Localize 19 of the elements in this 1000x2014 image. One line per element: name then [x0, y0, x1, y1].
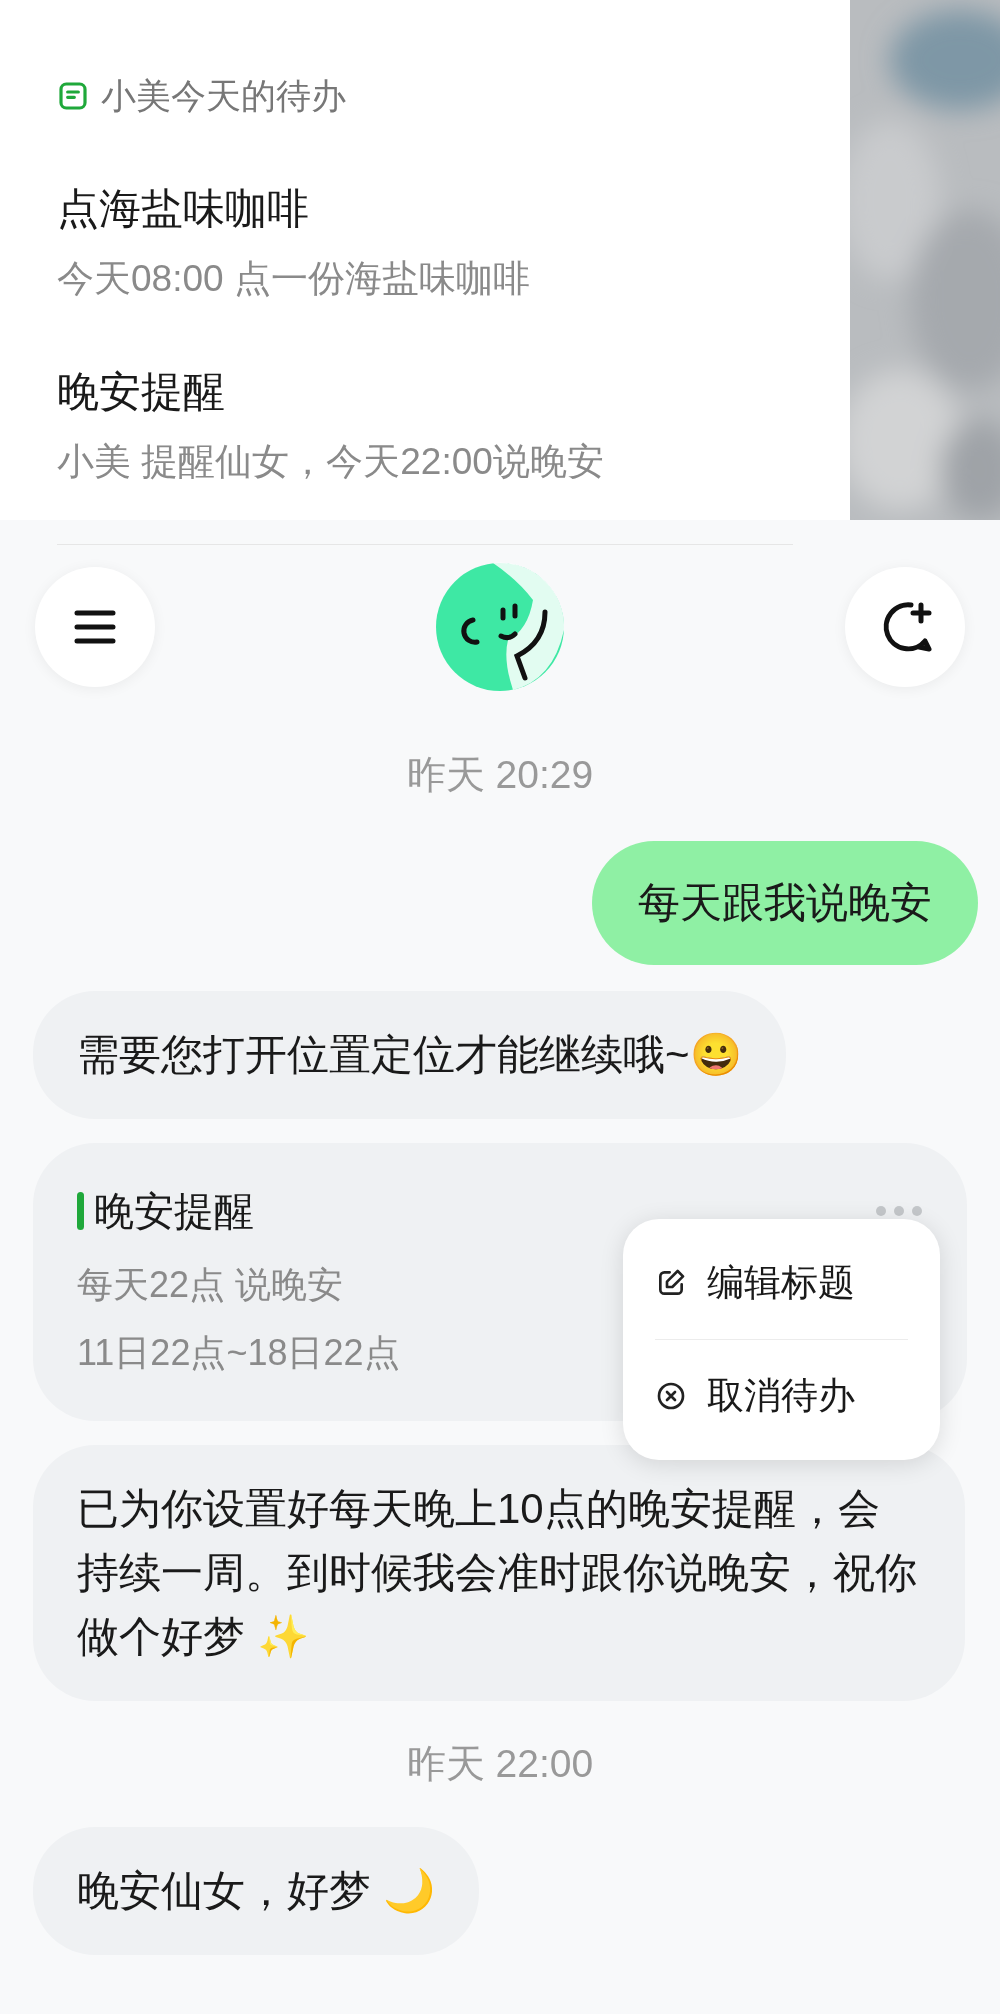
- timestamp: 昨天 22:00: [406, 1740, 594, 1787]
- bot-message-bubble: 已为你设置好每天晚上10点的晚安提醒，会持续一周。到时候我会准时跟你说晚安，祝你做个好梦 ✨: [33, 1444, 965, 1701]
- bot-message-bubble: 晚安仙女，好梦 🌙: [33, 1827, 479, 1955]
- assistant-avatar[interactable]: [433, 560, 567, 694]
- todo-title: 晚安提醒: [57, 367, 226, 417]
- accent-bar: [77, 1191, 84, 1230]
- user-message-bubble: 每天跟我说晚安: [592, 840, 978, 965]
- timestamp: 昨天 20:29: [406, 752, 594, 798]
- note-icon: [57, 80, 89, 113]
- menu-item[interactable]: 编辑标题: [655, 1226, 908, 1339]
- todo-title: 点海盐味咖啡: [57, 183, 310, 234]
- bot-message-bubble: 需要您打开位置定位才能继续哦~😀: [33, 990, 786, 1119]
- panel-title: 小美今天的待办: [101, 75, 346, 117]
- card-title: 晚安提醒: [94, 1187, 254, 1235]
- card-detail: 每天22点 说晚安: [77, 1262, 344, 1307]
- todo-detail: 今天08:00 点一份海盐味咖啡: [57, 256, 531, 301]
- card-detail: 11日22点~18日22点: [77, 1330, 400, 1375]
- todo-detail: 小美 提醒仙女，今天22:00说晚安: [57, 440, 605, 484]
- menu-item[interactable]: 取消待办: [655, 1339, 908, 1452]
